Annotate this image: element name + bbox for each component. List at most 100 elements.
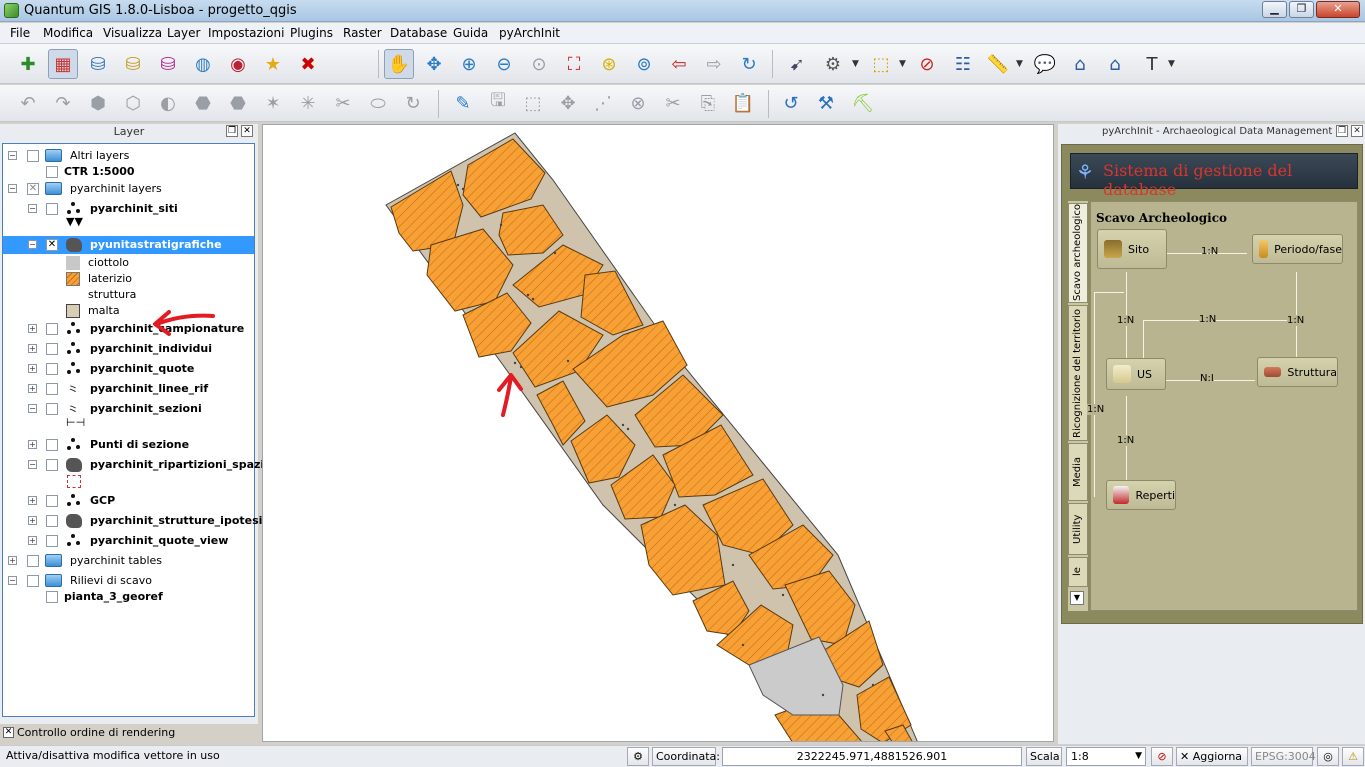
chevron-down-icon[interactable]: ▼ xyxy=(1016,59,1023,69)
menu-database[interactable]: Database xyxy=(390,26,447,40)
map-canvas[interactable] xyxy=(262,124,1054,742)
collapse-icon[interactable]: − xyxy=(8,151,17,160)
node-tool-icon[interactable]: ⋰ xyxy=(588,88,618,118)
coordinate-field[interactable]: 2322245.971,4881526.901 xyxy=(722,747,1022,766)
new-bookmark-icon[interactable]: ⌂ xyxy=(1065,49,1095,79)
layer-item-pyunitastratigrafiche[interactable]: − ✕ pyunitastratigrafiche xyxy=(3,236,254,254)
zoom-last-icon[interactable]: ⇦ xyxy=(664,49,694,79)
layer-checkbox[interactable] xyxy=(46,459,58,471)
copy-features-icon[interactable]: ⎘ xyxy=(693,88,723,118)
tab-le[interactable]: le xyxy=(1068,557,1088,587)
float-panel-button[interactable]: ❐ xyxy=(1336,125,1348,137)
layer-item-ripartizioni[interactable]: − pyarchinit_ripartizioni_spaziali xyxy=(3,457,279,473)
layer-group-rilievi[interactable]: − Rilievi di scavo xyxy=(3,573,254,589)
select-features-icon[interactable]: ⬚ xyxy=(866,49,896,79)
chevron-down-icon[interactable]: ▼ xyxy=(899,59,906,69)
layer-group-altri-layers[interactable]: − Altri layers xyxy=(3,148,254,164)
chevron-down-icon[interactable]: ▼ xyxy=(1168,59,1175,69)
menu-impostazioni[interactable]: Impostazioni xyxy=(208,26,284,40)
add-mssql-layer-icon[interactable]: ⛁ xyxy=(153,49,183,79)
add-spatialite-layer-icon[interactable]: ⛁ xyxy=(118,49,148,79)
layer-checkbox[interactable] xyxy=(46,495,58,507)
expand-icon[interactable]: + xyxy=(28,344,37,353)
deselect-all-icon[interactable]: ⊘ xyxy=(912,49,942,79)
menu-visualizza[interactable]: Visualizza xyxy=(103,26,162,40)
pan-icon[interactable]: ✋ xyxy=(384,49,414,79)
run-action-icon[interactable]: ⚙ xyxy=(818,49,848,79)
add-wfs-layer-icon[interactable]: ◉ xyxy=(223,49,253,79)
add-postgis-layer-icon[interactable]: ⛁ xyxy=(83,49,113,79)
render-checkbox-icon[interactable]: ✕ xyxy=(1180,750,1189,763)
add-vector-layer-icon[interactable]: ✚ xyxy=(13,49,43,79)
toggle-editing-icon[interactable]: ✎ xyxy=(448,88,478,118)
chevron-down-icon[interactable]: ▼ xyxy=(1135,748,1142,765)
collapse-icon[interactable]: − xyxy=(28,460,37,469)
move-feature-icon[interactable]: ✥ xyxy=(553,88,583,118)
cut-features-icon[interactable]: ✂ xyxy=(658,88,688,118)
menu-guida[interactable]: Guida xyxy=(453,26,488,40)
layer-checkbox[interactable]: ✕ xyxy=(27,183,39,195)
node-reperti-button[interactable]: Reperti xyxy=(1106,480,1176,510)
layer-checkbox[interactable] xyxy=(46,323,58,335)
new-shapefile-icon[interactable]: ★ xyxy=(258,49,288,79)
add-ring-icon[interactable]: ⬡ xyxy=(118,88,148,118)
offset-curve-icon[interactable]: ✳ xyxy=(293,88,323,118)
layer-item-gcp[interactable]: + GCP xyxy=(3,493,254,509)
crs-status[interactable]: EPSG:3004 xyxy=(1251,747,1316,766)
chevron-down-icon[interactable]: ▼ xyxy=(852,59,859,69)
rotate-point-symbols-icon[interactable]: ↻ xyxy=(398,88,428,118)
zoom-to-selection-icon[interactable]: ⊛ xyxy=(594,49,624,79)
text-annotation-icon[interactable]: T xyxy=(1137,49,1167,79)
render-toggle[interactable]: ✕ Aggiorna xyxy=(1176,747,1248,766)
tab-ricognizione[interactable]: Ricognizione del territorio xyxy=(1068,305,1088,441)
reshape-features-icon[interactable]: ✶ xyxy=(258,88,288,118)
pyarchinit-excavation-icon[interactable]: ⛏ xyxy=(848,88,878,118)
layer-checkbox[interactable] xyxy=(46,535,58,547)
layer-checkbox[interactable]: ✕ xyxy=(46,239,58,251)
layer-checkbox[interactable] xyxy=(46,591,58,603)
layer-checkbox[interactable] xyxy=(46,203,58,215)
close-button[interactable]: ✕ xyxy=(1316,1,1360,18)
zoom-actual-size-icon[interactable]: ⊙ xyxy=(524,49,554,79)
collapse-icon[interactable]: − xyxy=(8,576,17,585)
minimize-button[interactable]: ▁ xyxy=(1262,1,1287,18)
layer-group-pyarchinit-layers[interactable]: − ✕ pyarchinit layers xyxy=(3,181,254,197)
crs-icon[interactable]: ◎ xyxy=(1317,747,1339,766)
node-periodo-button[interactable]: Periodo/fase xyxy=(1252,234,1343,264)
menu-pyarchinit[interactable]: pyArchInit xyxy=(499,26,560,40)
layer-checkbox[interactable] xyxy=(46,343,58,355)
expand-icon[interactable]: + xyxy=(28,536,37,545)
identify-icon[interactable]: ➹ xyxy=(782,49,812,79)
layer-checkbox[interactable] xyxy=(46,515,58,527)
tab-media[interactable]: Media xyxy=(1068,443,1088,501)
tab-utility[interactable]: Utility xyxy=(1068,503,1088,555)
close-panel-button[interactable]: ✕ xyxy=(241,125,253,137)
stop-render-icon[interactable]: ⊘ xyxy=(1151,747,1173,766)
collapse-icon[interactable]: − xyxy=(28,404,37,413)
layer-item-siti[interactable]: − pyarchinit_siti xyxy=(3,201,254,217)
expand-icon[interactable]: + xyxy=(28,364,37,373)
merge-features-icon[interactable]: ⬭ xyxy=(363,88,393,118)
close-panel-button[interactable]: ✕ xyxy=(1351,125,1363,137)
layer-item-linee-rif[interactable]: + ⺀ pyarchinit_linee_rif xyxy=(3,381,254,400)
remove-layer-icon[interactable]: ✖ xyxy=(293,49,323,79)
menu-modifica[interactable]: Modifica xyxy=(43,26,93,40)
scale-combo[interactable]: 1:8 ▼ xyxy=(1066,747,1146,766)
add-feature-icon[interactable]: ⬚ xyxy=(518,88,548,118)
undo-icon[interactable]: ↶ xyxy=(13,88,43,118)
show-bookmarks-icon[interactable]: ⌂ xyxy=(1100,49,1130,79)
map-tips-icon[interactable]: 💬 xyxy=(1030,49,1060,79)
delete-part-icon[interactable]: ⬣ xyxy=(223,88,253,118)
add-part-icon[interactable]: ◐ xyxy=(153,88,183,118)
pan-to-selection-icon[interactable]: ✥ xyxy=(419,49,449,79)
layer-checkbox[interactable] xyxy=(46,383,58,395)
render-order-row[interactable]: ✕ Controllo ordine di rendering xyxy=(0,724,258,744)
delete-ring-icon[interactable]: ⬣ xyxy=(188,88,218,118)
warning-icon[interactable]: ⚠ xyxy=(1342,747,1364,766)
split-features-icon[interactable]: ✂ xyxy=(328,88,358,118)
menu-plugins[interactable]: Plugins xyxy=(290,26,333,40)
layer-item-punti-sezione[interactable]: + Punti di sezione xyxy=(3,437,254,453)
layer-item-quote[interactable]: + pyarchinit_quote xyxy=(3,361,254,377)
node-us-button[interactable]: US xyxy=(1106,358,1166,390)
menu-raster[interactable]: Raster xyxy=(343,26,382,40)
